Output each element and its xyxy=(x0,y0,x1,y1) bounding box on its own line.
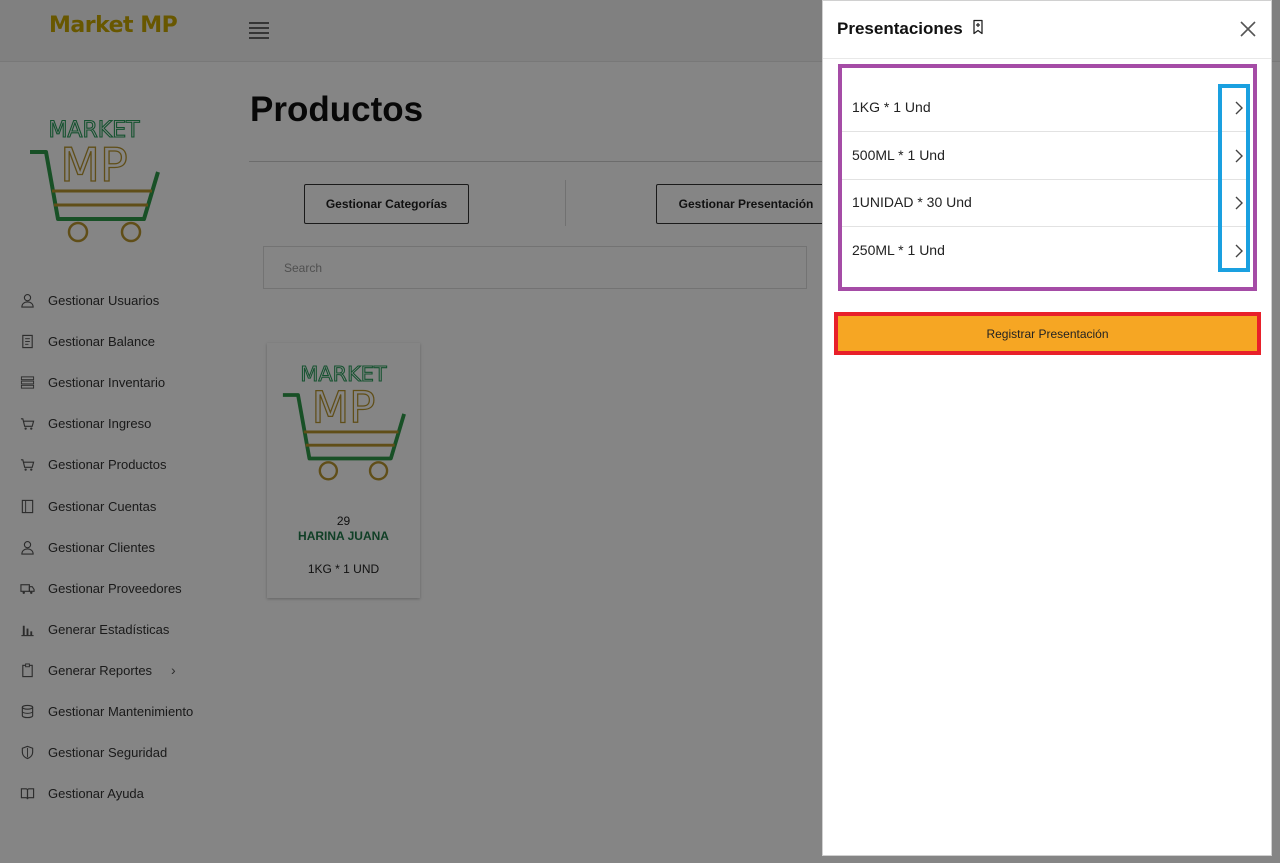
chevron-right-icon[interactable] xyxy=(1234,149,1244,163)
presentation-item[interactable]: 1KG * 1 Und xyxy=(842,84,1253,132)
presentation-item[interactable]: 500ML * 1 Und xyxy=(842,132,1253,180)
presentations-list: 1KG * 1 Und 500ML * 1 Und 1UNIDAD * 30 U… xyxy=(838,64,1257,291)
chevron-right-icon[interactable] xyxy=(1234,244,1244,258)
presentation-label: 1UNIDAD * 30 Und xyxy=(852,194,972,210)
presentation-item[interactable]: 1UNIDAD * 30 Und xyxy=(842,179,1253,227)
register-button-highlight: Registrar Presentación xyxy=(834,312,1261,355)
presentation-label: 250ML * 1 Und xyxy=(852,242,945,258)
presentation-label: 1KG * 1 Und xyxy=(852,99,931,115)
presentations-drawer: Presentaciones 1KG * 1 Und 500ML * 1 Und… xyxy=(822,0,1272,856)
drawer-header: Presentaciones xyxy=(823,1,1271,59)
register-presentation-button[interactable]: Registrar Presentación xyxy=(838,316,1257,351)
chevron-right-icon[interactable] xyxy=(1234,196,1244,210)
close-icon[interactable] xyxy=(1238,19,1258,39)
presentation-item[interactable]: 250ML * 1 Und xyxy=(842,227,1253,275)
drawer-title: Presentaciones xyxy=(837,19,963,38)
chevron-right-icon[interactable] xyxy=(1234,101,1244,115)
presentation-label: 500ML * 1 Und xyxy=(852,147,945,163)
bookmark-icon xyxy=(973,19,983,35)
